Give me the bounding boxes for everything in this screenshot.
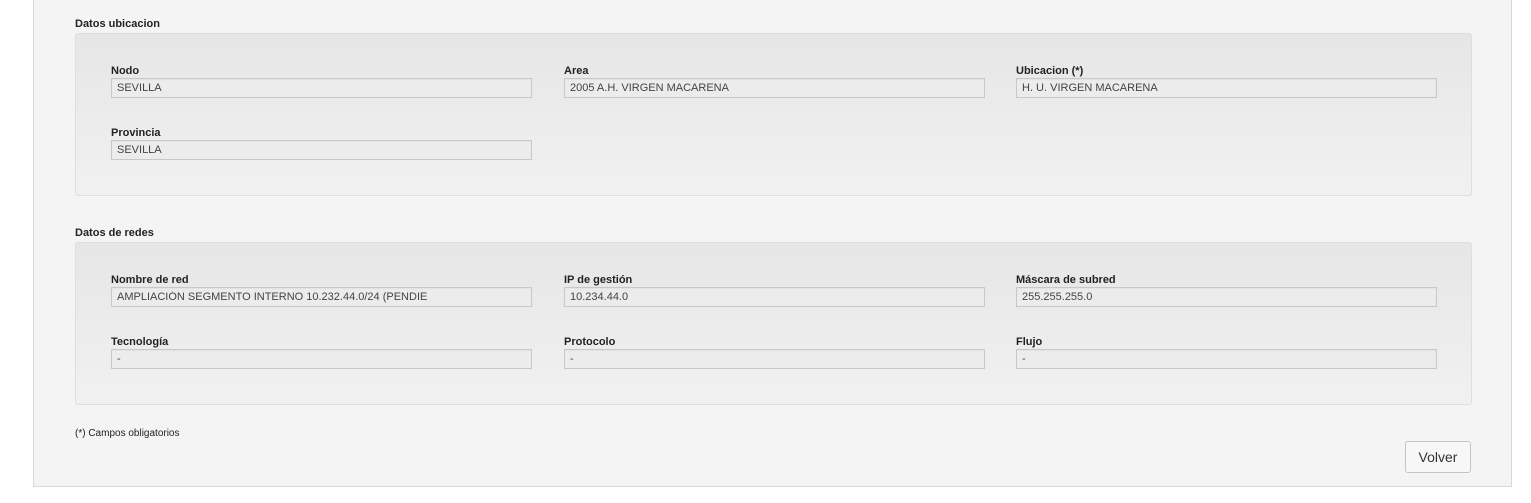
area-label: Area: [564, 65, 589, 77]
nombre-red-input[interactable]: [111, 287, 532, 307]
ubicacion-label: Ubicacion (*): [1016, 65, 1084, 77]
field-tecnologia: Tecnología: [111, 335, 532, 369]
area-input[interactable]: [564, 78, 985, 98]
protocolo-label: Protocolo: [564, 336, 616, 348]
redes-panel: Nombre de red IP de gestión Máscara de s…: [75, 242, 1472, 405]
field-nombre-red: Nombre de red: [111, 273, 532, 307]
form-container: Datos ubicacion Nodo Area Ubicacion (*) …: [33, 0, 1512, 487]
field-area: Area: [564, 64, 985, 98]
nodo-input[interactable]: [111, 78, 532, 98]
flujo-label: Flujo: [1016, 336, 1043, 348]
ip-gestion-input[interactable]: [564, 287, 985, 307]
mascara-label: Máscara de subred: [1016, 274, 1116, 286]
protocolo-input[interactable]: [564, 349, 985, 369]
field-mascara: Máscara de subred: [1016, 273, 1437, 307]
section-title-redes: Datos de redes: [75, 227, 154, 239]
field-ip-gestion: IP de gestión: [564, 273, 985, 307]
ubicacion-input[interactable]: [1016, 78, 1437, 98]
mascara-input[interactable]: [1016, 287, 1437, 307]
nodo-label: Nodo: [111, 65, 140, 77]
volver-button[interactable]: Volver: [1405, 441, 1471, 473]
provincia-input[interactable]: [111, 140, 532, 160]
nombre-red-label: Nombre de red: [111, 274, 189, 286]
field-provincia: Provincia: [111, 126, 532, 160]
tecnologia-label: Tecnología: [111, 336, 169, 348]
provincia-label: Provincia: [111, 127, 161, 139]
field-flujo: Flujo: [1016, 335, 1437, 369]
field-ubicacion: Ubicacion (*): [1016, 64, 1437, 98]
field-nodo: Nodo: [111, 64, 532, 98]
ubicacion-panel: Nodo Area Ubicacion (*) Provincia: [75, 33, 1472, 196]
section-title-ubicacion: Datos ubicacion: [75, 18, 160, 30]
ip-gestion-label: IP de gestión: [564, 274, 633, 286]
tecnologia-input[interactable]: [111, 349, 532, 369]
required-fields-note: (*) Campos obligatorios: [75, 428, 180, 439]
flujo-input[interactable]: [1016, 349, 1437, 369]
field-protocolo: Protocolo: [564, 335, 985, 369]
